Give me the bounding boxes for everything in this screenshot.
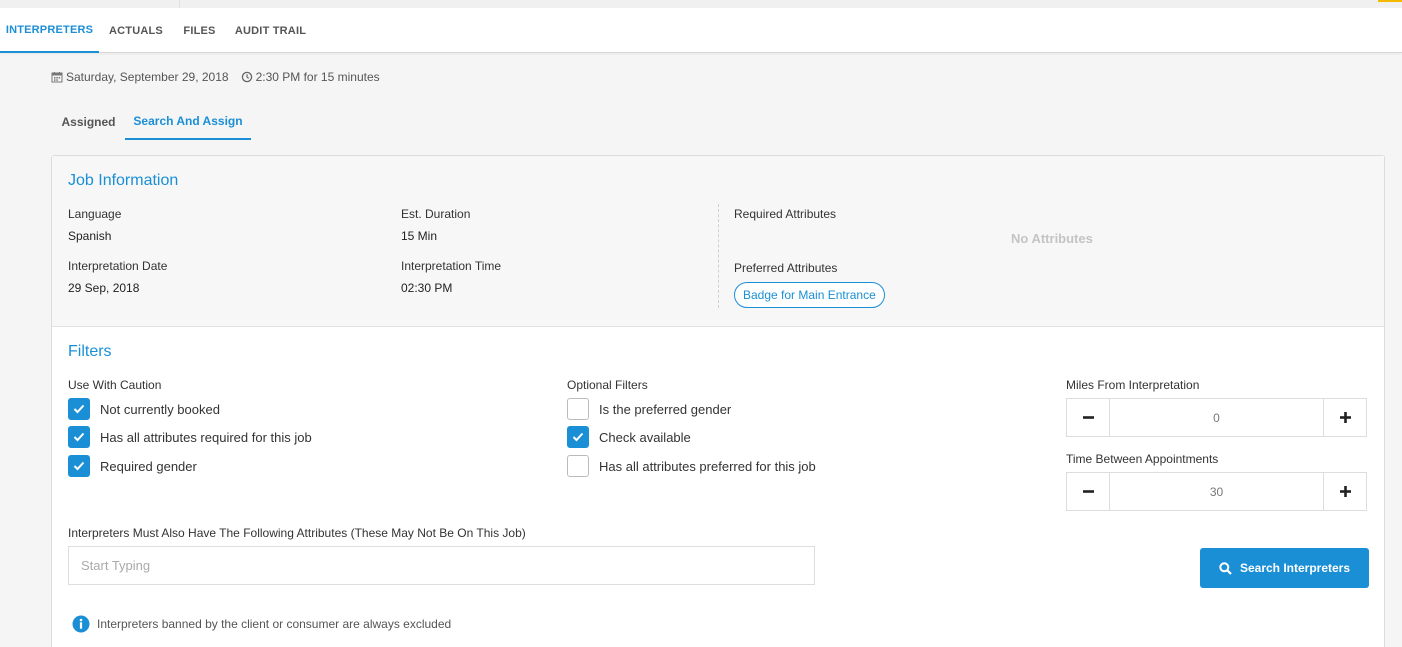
exclusion-note: Interpreters banned by the client or con… [72, 615, 451, 633]
preferred-attributes-label: Preferred Attributes [734, 261, 838, 275]
filter-required-gender[interactable]: Required gender [68, 455, 197, 477]
miles-label: Miles From Interpretation [1066, 378, 1200, 392]
interpretation-date-label: Interpretation Date [68, 259, 168, 273]
checkbox[interactable] [68, 426, 90, 448]
check-icon [73, 404, 85, 414]
info-icon [72, 615, 90, 633]
interpretation-time-value: 02:30 PM [401, 281, 453, 295]
top-strip [0, 0, 1402, 8]
filter-label: Has all attributes preferred for this jo… [599, 458, 816, 474]
time-between-stepper: 30 [1066, 472, 1367, 511]
no-attributes-text: No Attributes [1011, 231, 1093, 246]
attributes-input[interactable] [68, 546, 815, 585]
minus-icon [1082, 490, 1094, 493]
column-divider [718, 204, 719, 308]
tab-files[interactable]: FILES [175, 8, 224, 53]
optional-filters-label: Optional Filters [567, 378, 648, 392]
language-label: Language [68, 207, 122, 221]
language-value: Spanish [68, 229, 112, 243]
tab-interpreters[interactable]: INTERPRETERS [0, 8, 99, 53]
filter-not-currently-booked[interactable]: Not currently booked [68, 398, 220, 420]
miles-value[interactable]: 0 [1110, 399, 1323, 436]
time-between-label: Time Between Appointments [1066, 452, 1219, 466]
appointment-datetime: Saturday, September 29, 2018 2:30 PM for… [51, 70, 380, 84]
tab-bar: INTERPRETERS ACTUALS FILES AUDIT TRAIL [0, 8, 1402, 53]
clock-icon [241, 71, 253, 83]
attributes-label: Interpreters Must Also Have The Followin… [68, 526, 526, 540]
filter-has-required-attributes[interactable]: Has all attributes required for this job [68, 426, 312, 448]
interpretation-time-label: Interpretation Time [401, 259, 502, 273]
checkbox[interactable] [567, 398, 589, 420]
filter-preferred-gender[interactable]: Is the preferred gender [567, 398, 731, 420]
subtab-assigned[interactable]: Assigned [52, 103, 125, 140]
search-assign-card: Job Information Language Spanish Interpr… [51, 155, 1385, 647]
miles-increment-button[interactable] [1323, 399, 1366, 436]
tab-actuals[interactable]: ACTUALS [101, 8, 171, 53]
interpretation-date-value: 29 Sep, 2018 [68, 281, 140, 295]
search-icon [1219, 561, 1232, 575]
miles-stepper: 0 [1066, 398, 1367, 437]
filter-label: Has all attributes required for this job [100, 429, 312, 445]
time-between-decrement-button[interactable] [1067, 473, 1110, 510]
filter-check-available[interactable]: Check available [567, 426, 691, 448]
use-with-caution-label: Use With Caution [68, 378, 162, 392]
calendar-icon [51, 71, 63, 83]
exclusion-note-text: Interpreters banned by the client or con… [97, 617, 452, 631]
time-between-value[interactable]: 30 [1110, 473, 1323, 510]
check-icon [572, 432, 584, 442]
subtab-search-and-assign[interactable]: Search And Assign [125, 103, 251, 140]
search-interpreters-button[interactable]: Search Interpreters [1200, 548, 1369, 588]
plus-icon [1339, 412, 1351, 423]
checkbox[interactable] [567, 426, 589, 448]
top-accent-bar [1378, 0, 1402, 2]
filters-title: Filters [68, 343, 112, 360]
filter-label: Is the preferred gender [599, 401, 732, 417]
check-icon [73, 461, 85, 471]
job-information-section: Job Information Language Spanish Interpr… [52, 156, 1384, 327]
plus-icon [1339, 486, 1351, 497]
est-duration-value: 15 Min [401, 229, 438, 243]
tab-audit-trail[interactable]: AUDIT TRAIL [228, 8, 313, 53]
checkbox[interactable] [68, 398, 90, 420]
filter-has-preferred-attributes[interactable]: Has all attributes preferred for this jo… [567, 455, 816, 477]
required-attributes-label: Required Attributes [734, 207, 837, 221]
filter-label: Not currently booked [100, 401, 220, 417]
top-divider [179, 0, 180, 8]
checkbox[interactable] [68, 455, 90, 477]
job-information-title: Job Information [68, 172, 179, 189]
filter-label: Check available [599, 429, 691, 445]
est-duration-label: Est. Duration [401, 207, 471, 221]
appointment-date: Saturday, September 29, 2018 [66, 70, 229, 84]
miles-decrement-button[interactable] [1067, 399, 1110, 436]
checkbox[interactable] [567, 455, 589, 477]
appointment-time: 2:30 PM for 15 minutes [255, 70, 380, 84]
preferred-attribute-badge[interactable]: Badge for Main Entrance [734, 282, 885, 308]
check-icon [73, 432, 85, 442]
filter-label: Required gender [100, 458, 197, 474]
search-interpreters-label: Search Interpreters [1239, 561, 1351, 575]
time-between-increment-button[interactable] [1323, 473, 1366, 510]
minus-icon [1082, 416, 1094, 419]
